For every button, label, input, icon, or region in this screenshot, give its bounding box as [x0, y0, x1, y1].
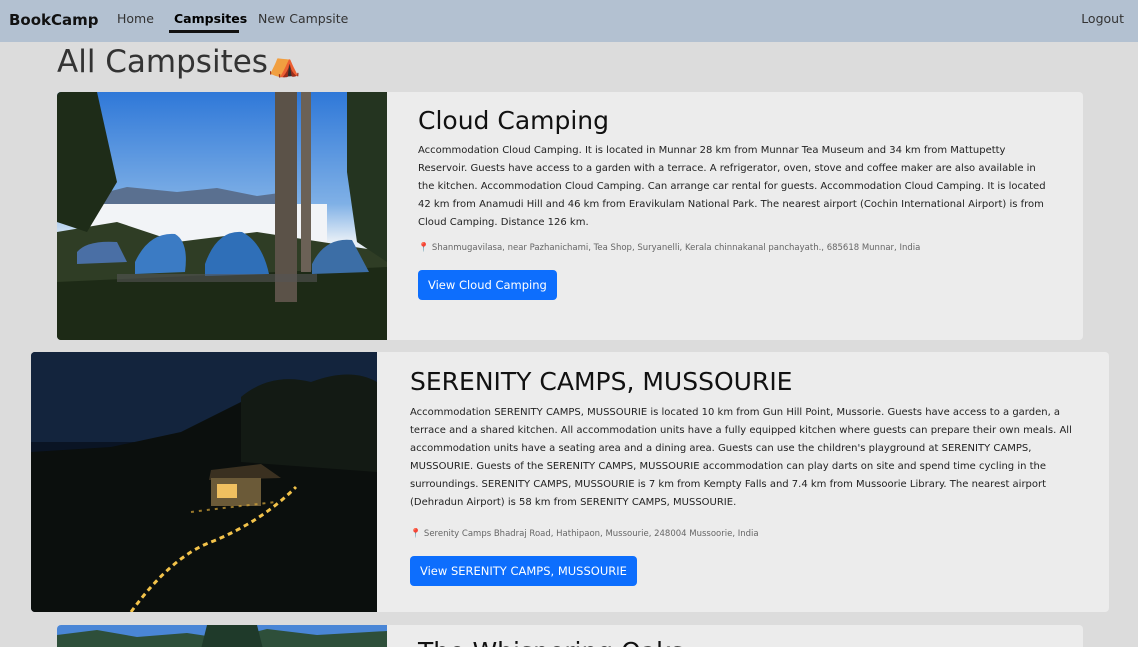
campsite-title: The Whispering Oaks: [418, 637, 684, 647]
active-tab-indicator: [169, 30, 239, 33]
page-title: All Campsites⛺: [57, 44, 300, 80]
campsite-card-body: Cloud Camping Accommodation Cloud Campin…: [418, 92, 1049, 340]
navbar: BookCamp Home Campsites New Campsite Log…: [0, 0, 1138, 42]
campsite-description: Accommodation SERENITY CAMPS, MUSSOURIE …: [410, 407, 1072, 508]
nav-campsites-link[interactable]: Campsites: [174, 11, 247, 26]
map-pin-icon: 📍: [410, 529, 422, 539]
campsite-location-text: Shanmugavilasa, near Pazhanichami, Tea S…: [431, 243, 921, 253]
campsite-title: SERENITY CAMPS, MUSSOURIE: [410, 367, 793, 396]
campsite-image: [57, 92, 387, 340]
campsite-description: Accommodation Cloud Camping. It is locat…: [418, 145, 1046, 228]
brand-logo[interactable]: BookCamp: [9, 11, 99, 29]
campsite-location-text: Serenity Camps Bhadraj Road, Hathipaon, …: [423, 529, 759, 539]
campsite-card: Cloud Camping Accommodation Cloud Campin…: [57, 92, 1083, 340]
nav-new-campsite-link[interactable]: New Campsite: [258, 11, 348, 26]
map-pin-icon: 📍: [418, 243, 430, 253]
campsite-location: 📍 Serenity Camps Bhadraj Road, Hathipaon…: [410, 529, 759, 539]
campsite-card-body: SERENITY CAMPS, MUSSOURIE Accommodation …: [410, 352, 1085, 612]
campsite-image: [31, 352, 377, 612]
nav-home-link[interactable]: Home: [117, 11, 154, 26]
view-campsite-button[interactable]: View SERENITY CAMPS, MUSSOURIE: [410, 556, 637, 586]
view-campsite-button[interactable]: View Cloud Camping: [418, 270, 557, 300]
campsite-location: 📍 Shanmugavilasa, near Pazhanichami, Tea…: [418, 243, 920, 253]
campsite-image: [57, 625, 387, 647]
campsite-card: SERENITY CAMPS, MUSSOURIE Accommodation …: [31, 352, 1109, 612]
tent-emoji: ⛺: [267, 49, 301, 79]
logout-link[interactable]: Logout: [1081, 11, 1124, 26]
campsite-card-body: The Whispering Oaks: [418, 625, 1049, 647]
campsite-title: Cloud Camping: [418, 106, 610, 135]
page-title-text: All Campsites: [57, 44, 268, 80]
campsite-card: The Whispering Oaks: [57, 625, 1083, 647]
